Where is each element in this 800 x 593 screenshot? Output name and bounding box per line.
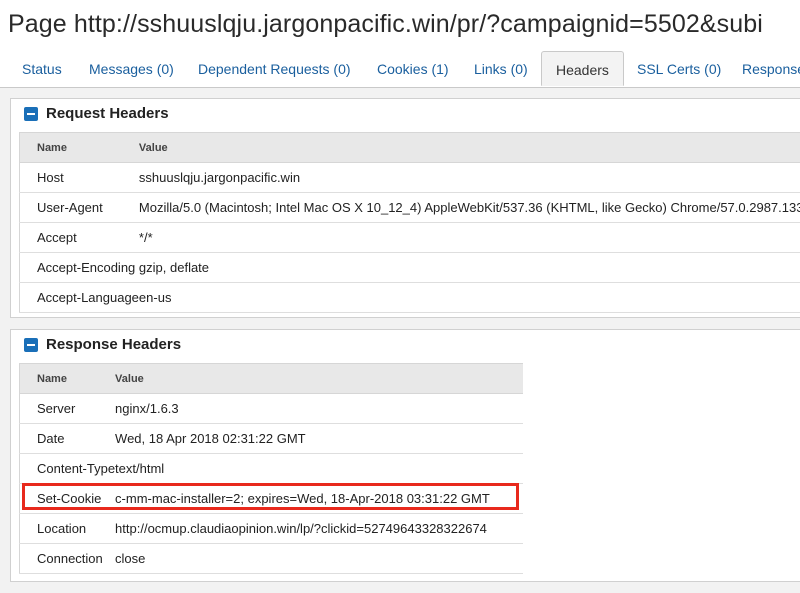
collapse-minus-icon[interactable] <box>24 338 38 352</box>
header-value: text/html <box>115 453 523 484</box>
column-header-value: Value <box>115 363 523 394</box>
tab-bar: Status Messages (0) Dependent Requests (… <box>0 51 800 88</box>
response-headers-table: Name Value Server nginx/1.6.3 Date Wed, … <box>19 363 523 574</box>
table-row: Accept-Language en-us <box>18 282 800 313</box>
set-cookie-highlight-box <box>22 483 519 510</box>
header-name: Content-Type <box>19 453 116 484</box>
table-row: Date Wed, 18 Apr 2018 02:31:22 GMT <box>19 423 523 454</box>
header-value: Wed, 18 Apr 2018 02:31:22 GMT <box>115 423 523 454</box>
tab-messages[interactable]: Messages (0) <box>89 51 174 87</box>
column-header-value: Value <box>138 132 800 163</box>
request-headers-title: Request Headers <box>46 105 169 122</box>
table-row: Connection close <box>19 543 523 574</box>
header-value: nginx/1.6.3 <box>115 393 523 424</box>
header-value: Mozilla/5.0 (Macintosh; Intel Mac OS X 1… <box>138 192 800 223</box>
header-value: sshuuslqju.jargonpacific.win <box>138 162 800 193</box>
table-header-row: Name Value <box>19 363 523 394</box>
response-headers-header[interactable]: Response Headers <box>11 330 800 360</box>
header-name: Accept <box>18 222 139 253</box>
collapse-minus-icon[interactable] <box>24 107 38 121</box>
response-headers-panel: Response Headers Name Value Server nginx… <box>10 329 800 582</box>
tab-response[interactable]: Response <box>742 51 800 87</box>
request-headers-header[interactable]: Request Headers <box>11 99 800 129</box>
page-title: Page http://sshuuslqju.jargonpacific.win… <box>8 10 763 38</box>
header-name: Server <box>19 393 116 424</box>
table-row: Accept */* <box>18 222 800 253</box>
table-row: Content-Type text/html <box>19 453 523 484</box>
header-name: Location <box>19 513 116 544</box>
header-value: close <box>115 543 523 574</box>
request-headers-table: Name Value Host sshuuslqju.jargonpacific… <box>18 132 800 313</box>
tab-cookies[interactable]: Cookies (1) <box>377 51 449 87</box>
column-header-name: Name <box>18 132 139 163</box>
table-header-row: Name Value <box>18 132 800 163</box>
table-row: User-Agent Mozilla/5.0 (Macintosh; Intel… <box>18 192 800 223</box>
request-headers-panel: Request Headers Name Value Host sshuuslq… <box>10 98 800 318</box>
header-name: Accept-Encoding <box>18 252 139 283</box>
tab-status[interactable]: Status <box>22 51 62 87</box>
tab-ssl-certs[interactable]: SSL Certs (0) <box>637 51 721 87</box>
header-name: Date <box>19 423 116 454</box>
header-value: */* <box>138 222 800 253</box>
table-row: Server nginx/1.6.3 <box>19 393 523 424</box>
table-row: Accept-Encoding gzip, deflate <box>18 252 800 283</box>
header-name: Accept-Language <box>18 282 139 313</box>
table-row: Location http://ocmup.claudiaopinion.win… <box>19 513 523 544</box>
tab-dependent-requests[interactable]: Dependent Requests (0) <box>198 51 351 87</box>
header-value: gzip, deflate <box>138 252 800 283</box>
tab-headers[interactable]: Headers <box>541 51 624 86</box>
header-value: http://ocmup.claudiaopinion.win/lp/?clic… <box>115 513 523 544</box>
column-header-name: Name <box>19 363 116 394</box>
header-value: en-us <box>138 282 800 313</box>
header-name: Host <box>18 162 139 193</box>
header-name: Connection <box>19 543 116 574</box>
table-row: Host sshuuslqju.jargonpacific.win <box>18 162 800 193</box>
response-headers-title: Response Headers <box>46 336 182 353</box>
tab-links[interactable]: Links (0) <box>474 51 528 87</box>
header-name: User-Agent <box>18 192 139 223</box>
